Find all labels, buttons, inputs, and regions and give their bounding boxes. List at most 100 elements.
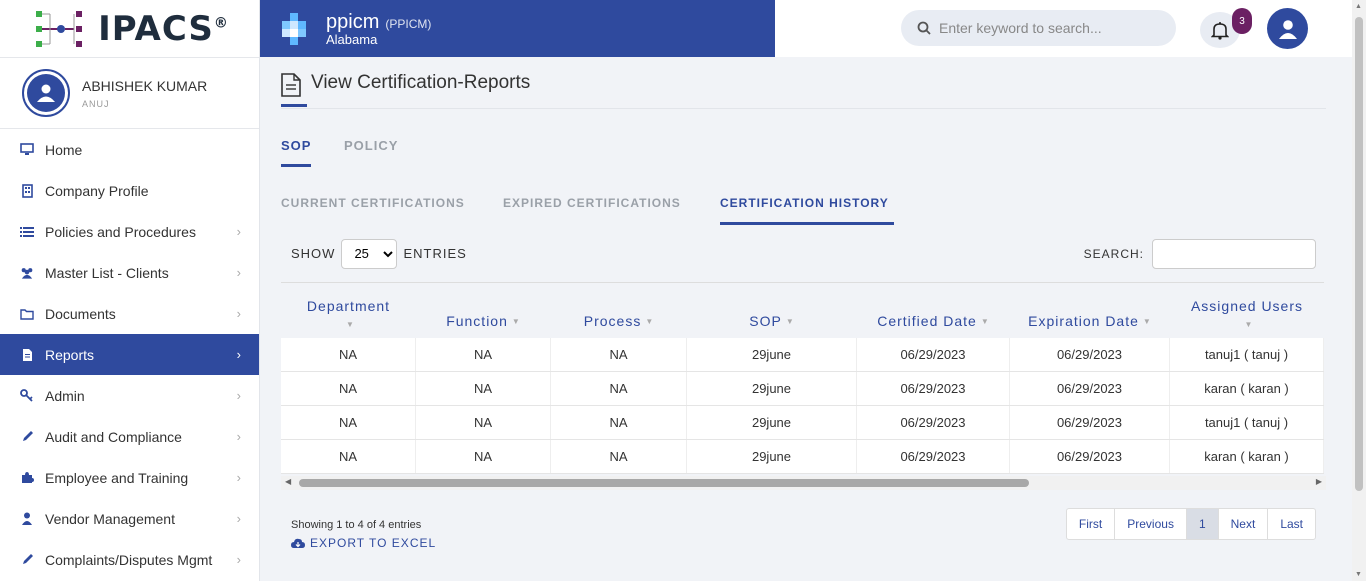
sidebar-item-documents[interactable]: Documents › [0, 293, 259, 334]
cell-certified-date: 06/29/2023 [857, 406, 1010, 439]
chevron-right-icon: › [236, 552, 241, 567]
user-name: ABHISHEK KUMAR [82, 77, 208, 94]
chevron-right-icon: › [236, 347, 241, 362]
list-icon [20, 225, 34, 239]
chevron-right-icon: › [236, 265, 241, 280]
sidebar-item-employee-training[interactable]: Employee and Training › [0, 457, 259, 498]
cell-sop: 29june [687, 406, 857, 439]
tab-sop[interactable]: SOP [281, 129, 311, 167]
sidebar-item-master-list-clients[interactable]: Master List - Clients › [0, 252, 259, 293]
org-code: (PPICM) [385, 16, 432, 31]
sidebar-item-reports[interactable]: Reports › [0, 334, 259, 375]
page-title: View Certification-Reports [311, 71, 531, 93]
entries-label: ENTRIES [403, 246, 467, 261]
cell-sop: 29june [687, 338, 857, 371]
col-department[interactable]: Department ▼ [281, 283, 416, 338]
cloud-download-icon [291, 538, 305, 548]
sidebar-item-policies-procedures[interactable]: Policies and Procedures › [0, 211, 259, 252]
cell-function: NA [416, 338, 551, 371]
user-icon [20, 512, 34, 526]
global-search[interactable] [901, 10, 1176, 46]
chevron-right-icon: › [236, 224, 241, 239]
col-process[interactable]: Process ▼ [551, 283, 687, 338]
cell-department: NA [281, 372, 416, 405]
cell-process: NA [551, 440, 687, 473]
col-certified-date[interactable]: Certified Date ▼ [857, 283, 1010, 338]
org-name: ppicm [326, 10, 380, 33]
chevron-right-icon: › [236, 470, 241, 485]
sidebar-item-admin[interactable]: Admin › [0, 375, 259, 416]
search-label: SEARCH: [1083, 246, 1144, 261]
app-logo[interactable]: IPACS® [0, 0, 259, 57]
sidebar: IPACS® ABHISHEK KUMAR ANUJ Home Company … [0, 0, 260, 581]
table-search-input[interactable] [1152, 238, 1316, 269]
table-controls: SHOW 25 ENTRIES SEARCH: [281, 225, 1326, 282]
certification-table: Department ▼ Function ▼ Process ▼ SOP ▼ Cert… [281, 282, 1326, 490]
org-header[interactable]: ppicm (PPICM) Alabama [260, 0, 775, 57]
tab-certification-history[interactable]: CERTIFICATION HISTORY [720, 187, 894, 225]
pagination-previous[interactable]: Previous [1115, 509, 1187, 539]
page-size-select[interactable]: 25 [341, 238, 398, 269]
puzzle-icon [20, 471, 34, 485]
cell-certified-date: 06/29/2023 [857, 372, 1010, 405]
search-input[interactable] [939, 20, 1159, 36]
scroll-down-arrow-icon[interactable]: ▼ [1355, 571, 1362, 578]
pagination-last[interactable]: Last [1268, 509, 1315, 539]
sidebar-item-complaints-disputes[interactable]: Complaints/Disputes Mgmt › [0, 539, 259, 580]
tab-policy[interactable]: POLICY [344, 129, 398, 167]
pagination-page-1[interactable]: 1 [1186, 509, 1219, 539]
vertical-scrollbar[interactable]: ▲ ▼ [1352, 0, 1366, 581]
cell-process: NA [551, 406, 687, 439]
user-subtitle: ANUJ [82, 98, 110, 109]
notification-badge: 3 [1232, 8, 1252, 34]
user-icon [1278, 19, 1297, 39]
col-function[interactable]: Function ▼ [416, 283, 551, 338]
col-sop[interactable]: SOP ▼ [687, 283, 857, 338]
sidebar-item-audit-compliance[interactable]: Audit and Compliance › [0, 416, 259, 457]
search-icon [917, 21, 931, 35]
users-icon [20, 266, 34, 280]
secondary-tabs: CURRENT CERTIFICATIONS EXPIRED CERTIFICA… [281, 187, 1326, 225]
user-icon [37, 84, 55, 102]
cell-function: NA [416, 440, 551, 473]
chevron-right-icon: › [236, 511, 241, 526]
tab-current-certifications[interactable]: CURRENT CERTIFICATIONS [281, 187, 469, 225]
scrollbar-thumb[interactable] [1355, 17, 1363, 491]
scroll-up-arrow-icon[interactable]: ▲ [1355, 3, 1362, 10]
table-row: NA NA NA 29june 06/29/2023 06/29/2023 ta… [281, 338, 1324, 372]
horizontal-scrollbar[interactable]: ◀ ▶ [281, 476, 1326, 490]
user-profile[interactable]: ABHISHEK KUMAR ANUJ [0, 57, 259, 129]
cell-expiration-date: 06/29/2023 [1010, 338, 1170, 371]
sidebar-item-home[interactable]: Home [0, 129, 259, 170]
pagination-first[interactable]: First [1067, 509, 1116, 539]
sidebar-item-company-profile[interactable]: Company Profile [0, 170, 259, 211]
logo-mark-icon [36, 10, 83, 47]
scroll-right-arrow-icon[interactable]: ▶ [1316, 477, 1322, 486]
account-avatar-button[interactable] [1267, 8, 1308, 49]
col-expiration-date[interactable]: Expiration Date ▼ [1010, 283, 1170, 338]
cell-certified-date: 06/29/2023 [857, 338, 1010, 371]
cell-assigned-users: tanuj1 ( tanuj ) [1170, 406, 1324, 439]
col-assigned-users[interactable]: Assigned Users ▼ [1170, 283, 1324, 338]
scroll-left-arrow-icon[interactable]: ◀ [285, 477, 291, 486]
page-size-control: SHOW 25 ENTRIES [291, 238, 467, 269]
cell-sop: 29june [687, 372, 857, 405]
cell-expiration-date: 06/29/2023 [1010, 372, 1170, 405]
pagination: First Previous 1 Next Last [1065, 508, 1316, 540]
building-icon [20, 183, 34, 198]
pencil-icon [20, 430, 34, 444]
sort-icon: ▼ [511, 316, 521, 326]
sidebar-item-vendor-management[interactable]: Vendor Management › [0, 498, 259, 539]
cell-process: NA [551, 338, 687, 371]
pagination-next[interactable]: Next [1219, 509, 1269, 539]
main-content: View Certification-Reports SOP POLICY CU… [281, 57, 1326, 550]
top-bar: 3 [775, 0, 1352, 57]
sort-icon: ▼ [980, 316, 990, 326]
chevron-right-icon: › [236, 306, 241, 321]
cell-sop: 29june [687, 440, 857, 473]
horizontal-scrollbar-thumb[interactable] [299, 479, 1029, 487]
cell-assigned-users: tanuj1 ( tanuj ) [1170, 338, 1324, 371]
sort-icon: ▼ [1142, 316, 1152, 326]
key-icon [20, 389, 34, 403]
tab-expired-certifications[interactable]: EXPIRED CERTIFICATIONS [503, 187, 685, 225]
